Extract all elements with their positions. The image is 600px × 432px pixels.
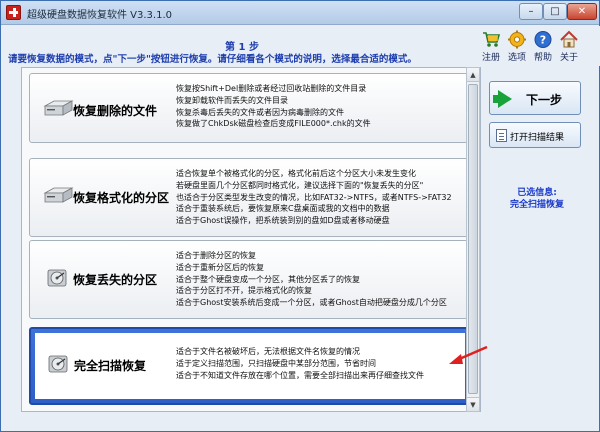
hard-disk-open-icon (47, 269, 67, 287)
header: 第 1 步 请要恢复数据的模式，点"下一步"按钮进行恢复。请仔细看各个模式的说明… (2, 26, 600, 66)
mode-desc-line: 恢复做了ChkDsk磁盘检查后变成FILE000*.chk的文件 (176, 119, 371, 129)
mode-desc-line: 适合于删除分区的恢复 (176, 251, 256, 260)
register-label: 注册 (481, 53, 500, 63)
mode-desc-line: 适合于分区打不开，提示格式化的恢复 (176, 286, 312, 296)
cart-icon (483, 32, 501, 47)
annotation-arrow-icon (449, 345, 488, 364)
mode-desc-line: 恢复按Shift+Del删除或者经过回收站删除的文件目录 (176, 84, 367, 93)
options-button[interactable]: 选项 (504, 30, 530, 63)
open-scan-result-label: 打开扫描结果 (510, 133, 565, 143)
hard-disk-open-icon (48, 355, 68, 373)
selected-info: 已选信息: 完全扫描恢复 (489, 187, 585, 211)
mode-desc-line: 恢复杀毒后丢失的文件或者因为病毒删除的文件 (176, 107, 344, 117)
mode-desc-line: 适合于重装系统后，要恢复原来C盘桌面或我的文档中的数据 (176, 204, 390, 214)
mode-full-scan[interactable]: 完全扫描恢复 适合于文件名被破坏后，无法根据文件名恢复的情况 适于定义扫描范围，… (29, 327, 471, 405)
main-window: 超级硬盘数据恢复软件 V3.3.1.0 – □ ✕ 第 1 步 请要恢复数据的模… (0, 0, 600, 432)
help-icon: ? (534, 31, 552, 48)
next-step-button[interactable]: 下一步 (489, 81, 581, 115)
mode-name: 恢复删除的文件 (73, 104, 158, 118)
mode-recover-lost-partition[interactable]: 恢复丢失的分区 适合于删除分区的恢复 适合于重新分区后的恢复 适合于整个硬盘变成… (29, 240, 471, 319)
window-title: 超级硬盘数据恢复软件 V3.3.1.0 (27, 10, 173, 21)
mode-desc-line: 适合于重新分区后的恢复 (176, 262, 264, 272)
mode-list: 恢复删除的文件 恢复按Shift+Del删除或者经过回收站删除的文件目录 恢复卸… (21, 67, 481, 412)
mode-name: 恢复格式化的分区 (73, 191, 170, 205)
minimize-button[interactable]: – (519, 3, 543, 20)
mode-recover-deleted[interactable]: 恢复删除的文件 恢复按Shift+Del删除或者经过回收站删除的文件目录 恢复卸… (29, 73, 471, 143)
next-arrow-icon (498, 90, 512, 108)
register-button[interactable]: 注册 (478, 30, 504, 63)
about-label: 关于 (559, 53, 578, 63)
mode-desc-line: 适合于Ghost误操作，把系统装到别的盘如D盘或者移动硬盘 (176, 216, 390, 226)
home-icon (560, 30, 578, 48)
mode-description: 适合于删除分区的恢复 适合于重新分区后的恢复 适合于整个硬盘变成一个分区，其他分… (176, 250, 447, 309)
mode-name: 完全扫描恢复 (74, 359, 147, 373)
mode-name: 恢复丢失的分区 (73, 273, 158, 287)
close-button[interactable]: ✕ (567, 3, 597, 20)
mode-desc-line: 适于定义扫描范围，只扫描硬盘中某部分范围，节省时间 (176, 358, 376, 368)
mode-desc-line: 适合恢复单个被格式化的分区，格式化前后这个分区大小未发生变化 (176, 169, 416, 178)
mode-description: 恢复按Shift+Del删除或者经过回收站删除的文件目录 恢复卸载软件而丢失的文… (176, 83, 371, 130)
hard-disk-icon (43, 187, 74, 203)
scroll-up-icon[interactable]: ▲ (467, 68, 479, 82)
step-instruction: 请要恢复数据的模式，点"下一步"按钮进行恢复。请仔细看各个模式的说明，选择最合适… (8, 54, 417, 65)
selected-info-label: 已选信息: (517, 188, 557, 198)
options-label: 选项 (507, 53, 526, 63)
mode-desc-line: 若硬盘里面几个分区都同时格式化，建议选择下面的"恢复丢失的分区" (176, 180, 424, 190)
svg-text:?: ? (540, 34, 546, 47)
mode-desc-line: 也适合于分区类型发生改变的情况，比如FAT32->NTFS，或者NTFS->FA… (176, 192, 452, 202)
gear-icon (508, 30, 526, 49)
help-label: 帮助 (533, 53, 552, 63)
open-scan-result-button[interactable]: 打开扫描结果 (489, 122, 581, 148)
help-button[interactable]: ? 帮助 (530, 30, 556, 63)
mode-desc-line: 适合于不知道文件存放在哪个位置，需要全部扫描出来再仔细查找文件 (176, 370, 424, 380)
mode-desc-line: 适合于Ghost安装系统后变成一个分区，或者Ghost自动把硬盘分成几个分区 (176, 298, 447, 308)
app-logo-icon (6, 5, 21, 20)
mode-desc-line: 适合于文件名被破坏后，无法根据文件名恢复的情况 (176, 347, 360, 356)
about-button[interactable]: 关于 (556, 30, 582, 63)
title-bar[interactable]: 超级硬盘数据恢复软件 V3.3.1.0 – □ ✕ (1, 1, 599, 25)
next-step-label: 下一步 (526, 93, 563, 107)
mode-desc-line: 适合于整个硬盘变成一个分区，其他分区丢了的恢复 (176, 274, 360, 284)
mode-description: 适合于文件名被破坏后，无法根据文件名恢复的情况 适于定义扫描范围，只扫描硬盘中某… (176, 346, 424, 381)
selected-info-value: 完全扫描恢复 (509, 200, 564, 210)
document-icon (496, 129, 507, 142)
mode-description: 适合恢复单个被格式化的分区，格式化前后这个分区大小未发生变化 若硬盘里面几个分区… (176, 168, 452, 227)
hard-disk-icon (43, 100, 74, 116)
mode-full-scan-body: 完全扫描恢复 适合于文件名被破坏后，无法根据文件名恢复的情况 适于定义扫描范围，… (35, 333, 465, 399)
maximize-button[interactable]: □ (543, 3, 567, 20)
scroll-down-icon[interactable]: ▼ (467, 397, 479, 411)
mode-recover-formatted[interactable]: 恢复格式化的分区 适合恢复单个被格式化的分区，格式化前后这个分区大小未发生变化 … (29, 158, 471, 237)
mode-desc-line: 恢复卸载软件而丢失的文件目录 (176, 95, 288, 105)
